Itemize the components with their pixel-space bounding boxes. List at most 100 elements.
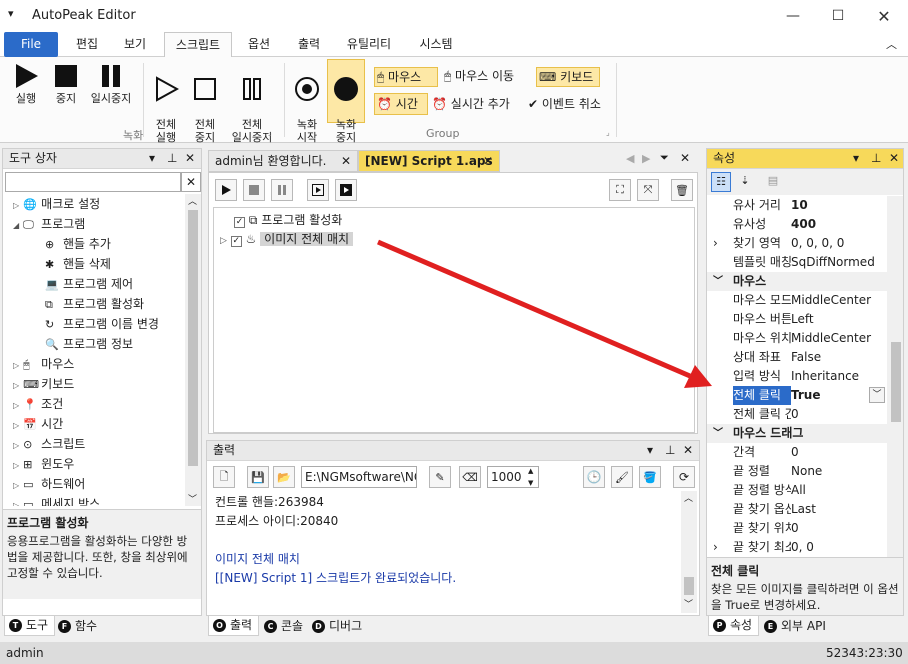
toolbox-item[interactable]: ⊕ 핸들 추가 xyxy=(45,234,111,254)
scroll-tabs-right-icon[interactable]: ▶ xyxy=(642,152,650,165)
property-value[interactable]: MiddleCenter xyxy=(791,291,871,310)
tab-script-1[interactable]: [NEW] Script 1.aps ✕ xyxy=(358,150,500,172)
clean-button[interactable]: ✎ xyxy=(429,466,451,488)
property-value[interactable]: 0 xyxy=(791,519,799,538)
property-value[interactable]: MiddleCenter xyxy=(791,329,871,348)
tab-properties[interactable]: P 속성 xyxy=(708,616,760,636)
panel-menu-icon[interactable]: ▾ xyxy=(647,441,653,460)
tab-output[interactable]: 출력 xyxy=(288,32,330,57)
clear-search-button[interactable]: ✕ xyxy=(181,172,201,192)
panel-menu-icon[interactable]: ▾ xyxy=(149,149,155,168)
collapse-arrow-icon[interactable]: ﹀ xyxy=(713,272,723,291)
mouse-record-toggle[interactable]: 🖱 마우스 xyxy=(374,67,438,87)
tab-edit[interactable]: 편집 xyxy=(66,32,108,57)
output-scrollbar[interactable]: ︿ ﹀ xyxy=(681,491,697,613)
record-stop-button[interactable]: 녹화 중지 xyxy=(327,59,365,144)
property-category[interactable]: ﹀ 마우스 xyxy=(707,272,887,291)
toolbox-item[interactable]: ⧉ 프로그램 활성화 xyxy=(45,294,144,314)
toolbox-search-input[interactable] xyxy=(5,172,181,192)
tab-file[interactable]: File xyxy=(4,32,58,57)
property-value[interactable]: None xyxy=(791,462,822,481)
property-row[interactable]: 마우스 모드 MiddleCenter xyxy=(707,291,887,310)
property-pages-button[interactable]: ▤ xyxy=(763,172,783,192)
panel-menu-icon[interactable]: ▾ xyxy=(853,149,859,168)
realtime-add-toggle[interactable]: ⏰ 실시간 추가 xyxy=(432,95,522,115)
pause-script-button[interactable] xyxy=(271,179,293,201)
expand-arrow-icon[interactable]: › xyxy=(713,234,718,253)
output-path-input[interactable]: E:\NGMsoftware\NG xyxy=(301,466,417,488)
property-row[interactable]: 유사 거리 10 xyxy=(707,196,887,215)
delete-button[interactable]: 🗑 xyxy=(671,179,693,201)
step-into-button[interactable] xyxy=(307,179,329,201)
toolbox-scrollbar[interactable]: ︿ ﹀ xyxy=(185,194,201,506)
group-launcher-icon[interactable]: ⌟ xyxy=(606,128,610,137)
minimize-button[interactable]: — xyxy=(770,0,816,32)
erase-button[interactable]: ⌫ xyxy=(459,466,481,488)
toolbox-item[interactable]: ▷ 📅 시간 xyxy=(13,414,63,434)
alphabetical-view-button[interactable]: ⇣ xyxy=(735,172,755,192)
property-row[interactable]: 입력 방식 Inheritance xyxy=(707,367,887,386)
close-icon[interactable]: ✕ xyxy=(889,149,899,168)
property-row[interactable]: 간격 0 xyxy=(707,443,887,462)
property-category[interactable]: ﹀ 마우스 드래그 xyxy=(707,424,887,443)
toolbox-item[interactable]: ▷ 🌐 매크로 설정 xyxy=(13,194,100,214)
pause-button[interactable]: 일시중지 xyxy=(86,63,136,105)
mouse-move-toggle[interactable]: 🖱 마우스 이동 xyxy=(444,67,534,87)
close-icon[interactable]: ✕ xyxy=(683,441,693,460)
toolbox-item[interactable]: ▷ ⌨ 키보드 xyxy=(13,374,74,394)
time-record-toggle[interactable]: ⏰ 시간 xyxy=(374,93,428,115)
property-row[interactable]: › 끝 찾기 최소 0, 0 xyxy=(707,538,887,557)
save-output-button[interactable]: 💾 xyxy=(247,466,269,488)
run-script-button[interactable] xyxy=(215,179,237,201)
property-value[interactable]: 0, 0 xyxy=(791,538,814,557)
tab-output-panel[interactable]: O 출력 xyxy=(208,616,260,636)
toolbox-item[interactable]: ▷ ▭ 메세지 박스 xyxy=(13,494,100,506)
tab-list-icon[interactable]: ⏷ xyxy=(660,151,669,165)
fill-button[interactable]: 🪣 xyxy=(639,466,661,488)
maximize-button[interactable]: ☐ xyxy=(815,0,861,32)
property-row[interactable]: 마우스 버튼 Left xyxy=(707,310,887,329)
property-row[interactable]: 상대 좌표 False xyxy=(707,348,887,367)
script-row[interactable]: ▷ ✓ ♨ 이미지 전체 매치 xyxy=(220,229,354,249)
line-limit-stepper[interactable]: 1000 ▲ ▼ xyxy=(487,466,539,488)
expand-arrow-icon[interactable]: ▷ xyxy=(13,421,19,430)
toolbox-item[interactable]: ✱ 핸들 삭제 xyxy=(45,254,111,274)
scroll-tabs-left-icon[interactable]: ◀ xyxy=(626,152,634,165)
property-value[interactable]: True xyxy=(791,386,820,405)
property-row[interactable]: 끝 정렬 방식 All xyxy=(707,481,887,500)
close-icon[interactable]: ✕ xyxy=(680,151,690,165)
collapse-arrow-icon[interactable]: ﹀ xyxy=(713,424,723,443)
property-value[interactable]: False xyxy=(791,348,821,367)
run-all-button[interactable]: 전체 실행 xyxy=(148,63,184,144)
expand-arrow-icon[interactable]: ▷ xyxy=(13,401,19,410)
cancel-event-toggle[interactable]: ✔ 이벤트 취소 xyxy=(528,95,614,115)
row-checkbox[interactable]: ✓ xyxy=(234,217,245,228)
expand-arrow-icon[interactable]: ▷ xyxy=(13,381,19,390)
toolbox-item[interactable]: ▷ 📍 조건 xyxy=(13,394,63,414)
toolbox-item[interactable]: 🔍 프로그램 정보 xyxy=(45,334,133,354)
property-row[interactable]: 전체 클릭 간격0 xyxy=(707,405,887,424)
run-button[interactable]: 실행 xyxy=(8,63,44,105)
toolbox-item[interactable]: ▷ ⊙ 스크립트 xyxy=(13,434,85,454)
timestamp-button[interactable]: 🕒 xyxy=(583,466,605,488)
toolbox-item[interactable]: ↻ 프로그램 이름 변경 xyxy=(45,314,159,334)
close-icon[interactable]: ✕ xyxy=(185,149,195,168)
expand-arrow-icon[interactable]: ▷ xyxy=(13,481,19,490)
property-value[interactable]: Inheritance xyxy=(791,367,859,386)
refresh-button[interactable]: ⟳ xyxy=(673,466,695,488)
expand-arrow-icon[interactable]: › xyxy=(713,538,718,557)
property-value[interactable]: 0, 0, 0, 0 xyxy=(791,234,844,253)
property-value[interactable]: Left xyxy=(791,310,814,329)
group-launcher-icon[interactable]: ⌟ xyxy=(268,128,272,137)
tab-external-api[interactable]: E 외부 API xyxy=(760,616,832,636)
property-value[interactable]: 0 xyxy=(791,443,799,462)
expand-arrow-icon[interactable]: ▷ xyxy=(13,501,19,506)
keyboard-record-toggle[interactable]: ⌨ 키보드 xyxy=(536,67,600,87)
new-output-button[interactable]: 🗋 xyxy=(213,466,235,488)
pin-icon[interactable]: ⊥ xyxy=(871,149,881,168)
expand-arrow-icon[interactable]: ◢ xyxy=(13,221,19,230)
property-row[interactable]: 끝 찾기 옵션 Last xyxy=(707,500,887,519)
close-button[interactable]: ✕ xyxy=(861,0,907,32)
property-value[interactable]: All xyxy=(791,481,806,500)
color-button[interactable]: 🖌 xyxy=(611,466,633,488)
